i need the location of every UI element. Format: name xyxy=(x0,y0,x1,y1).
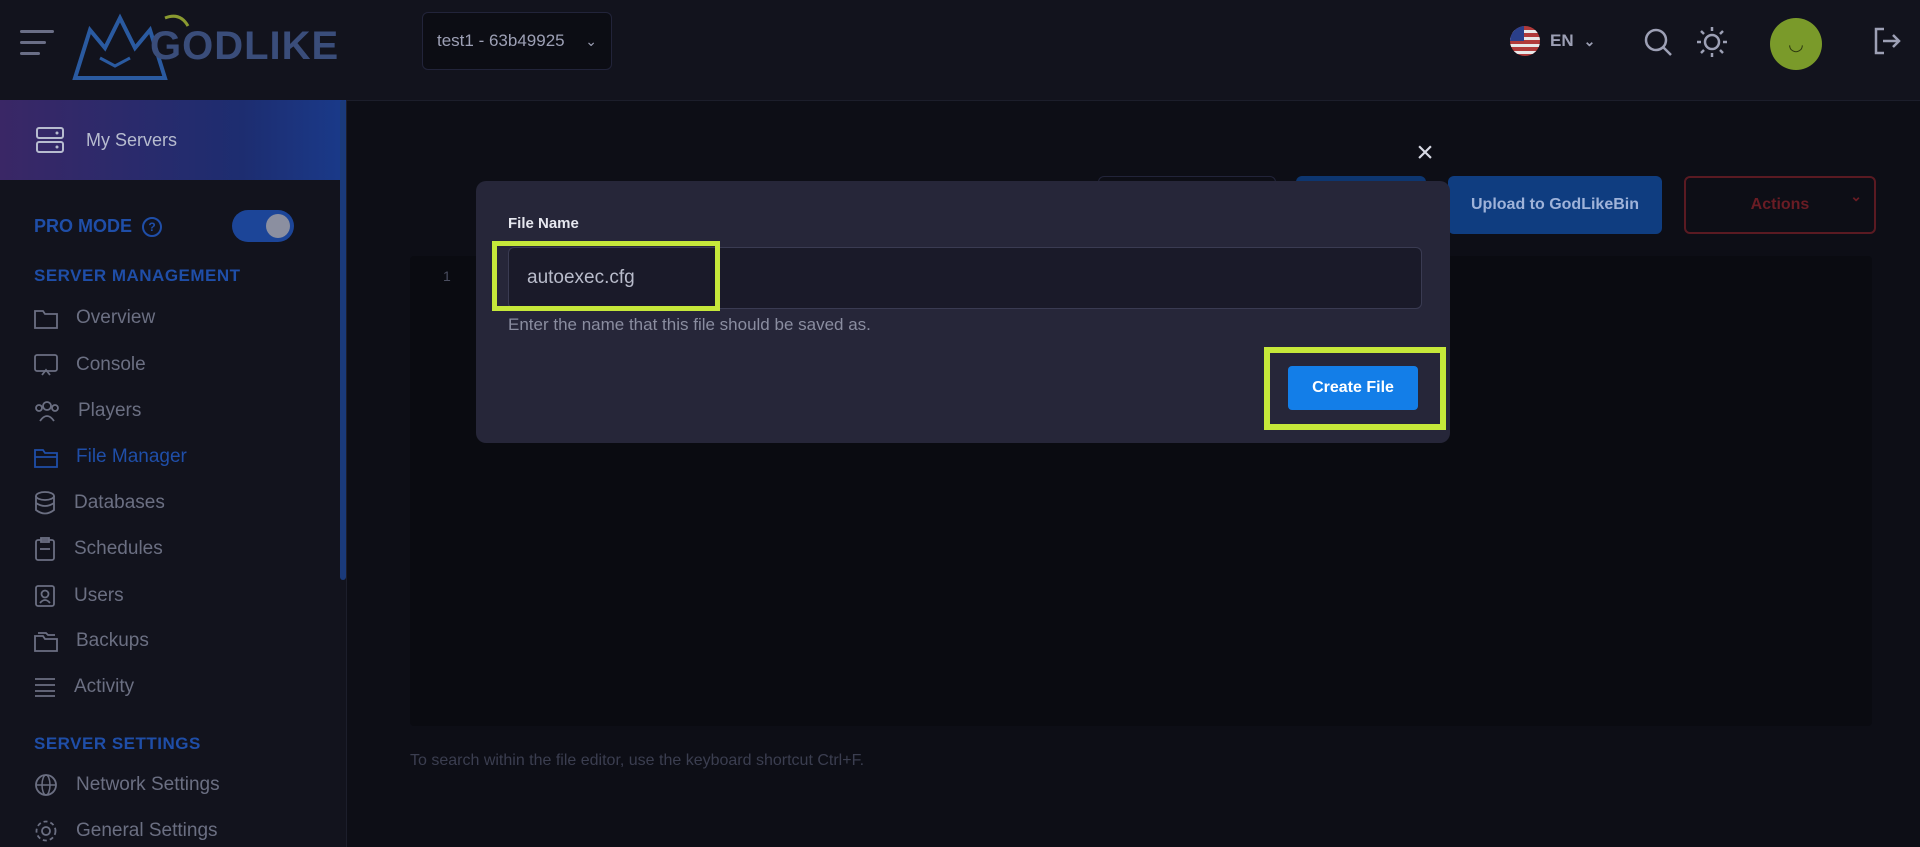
list-icon xyxy=(35,678,55,697)
sidebar-item-label: Console xyxy=(76,354,146,375)
sidebar-item-label: File Manager xyxy=(76,446,187,467)
upload-godlikebin-button[interactable]: Upload to GodLikeBin xyxy=(1448,176,1662,234)
sidebar-item-console[interactable]: Console xyxy=(34,350,146,380)
sidebar-item-label: Backups xyxy=(76,630,149,651)
sidebar-item-label: Activity xyxy=(74,676,135,697)
chevron-down-icon: ⌄ xyxy=(585,32,597,49)
pro-mode-label: PRO MODE ? xyxy=(34,216,163,237)
sidebar-item-label: Players xyxy=(78,400,142,421)
actions-label: Actions xyxy=(1750,196,1810,213)
editor-hint: To search within the file editor, use th… xyxy=(410,752,865,769)
sidebar-item-label: General Settings xyxy=(76,820,218,841)
sidebar-item-backups[interactable]: Backups xyxy=(34,626,149,656)
chevron-down-icon: ⌄ xyxy=(1850,188,1862,204)
pro-mode-text: PRO MODE xyxy=(34,216,133,236)
globe-icon xyxy=(35,774,57,796)
gear-icon xyxy=(35,820,57,842)
players-icon xyxy=(35,401,59,422)
close-icon[interactable]: × xyxy=(1410,138,1440,168)
sidebar-item-label: Users xyxy=(74,585,124,606)
server-select[interactable]: test1 - 63b49925 ⌄ xyxy=(422,12,612,70)
clipboard-icon xyxy=(35,537,55,561)
sidebar-item-activity[interactable]: Activity xyxy=(34,672,134,702)
sidebar-scrollbar[interactable] xyxy=(340,100,346,580)
sidebar-item-label: Network Settings xyxy=(76,774,220,795)
button-highlight-box xyxy=(1264,347,1446,430)
pro-mode-toggle[interactable] xyxy=(232,210,294,242)
sidebar-item-label: Databases xyxy=(74,492,165,513)
upload-label: Upload to GodLikeBin xyxy=(1471,196,1639,213)
language-switcher[interactable]: EN ⌄ xyxy=(1510,26,1595,56)
sidebar-item-users[interactable]: Users xyxy=(34,581,124,611)
folder-stack-icon xyxy=(34,632,58,652)
sidebar-item-file-manager[interactable]: File Manager xyxy=(34,442,187,472)
folder-icon xyxy=(34,310,58,329)
language-label: EN xyxy=(1550,31,1574,50)
file-name-help: Enter the name that this file should be … xyxy=(508,315,871,334)
my-servers-link[interactable]: My Servers xyxy=(0,100,346,180)
sidebar-item-network-settings[interactable]: Network Settings xyxy=(34,770,220,800)
sidebar: My Servers PRO MODE ? SERVER MANAGEMENT … xyxy=(0,100,347,847)
sidebar-item-label: Schedules xyxy=(74,538,163,559)
sidebar-item-players[interactable]: Players xyxy=(34,396,141,426)
logo-wordmark: GODLIKE xyxy=(150,24,340,68)
console-icon xyxy=(34,354,58,376)
us-flag-icon xyxy=(1510,26,1540,56)
sidebar-item-overview[interactable]: Overview xyxy=(34,303,155,333)
logout-icon[interactable] xyxy=(1872,26,1902,61)
top-bar: GODLIKE test1 - 63b49925 ⌄ EN ⌄ ◡ xyxy=(0,0,1920,101)
server-management-heading: SERVER MANAGEMENT xyxy=(34,266,241,285)
server-icon xyxy=(36,127,64,153)
database-icon xyxy=(35,491,55,515)
line-number: 1 xyxy=(443,268,451,284)
sidebar-item-schedules[interactable]: Schedules xyxy=(34,534,163,564)
input-highlight-box xyxy=(492,241,720,311)
search-icon[interactable] xyxy=(1640,24,1676,60)
sidebar-item-databases[interactable]: Databases xyxy=(34,488,165,518)
chevron-down-icon: ⌄ xyxy=(1583,32,1596,49)
avatar[interactable]: ◡ xyxy=(1770,18,1822,70)
server-select-label: test1 - 63b49925 xyxy=(437,31,565,50)
folder-open-icon xyxy=(34,449,58,468)
user-badge-icon xyxy=(35,585,55,607)
sidebar-item-label: Overview xyxy=(76,307,156,328)
sidebar-item-general-settings[interactable]: General Settings xyxy=(34,816,218,846)
server-settings-heading: SERVER SETTINGS xyxy=(34,734,201,753)
help-icon[interactable]: ? xyxy=(142,216,163,237)
menu-icon[interactable] xyxy=(20,30,54,58)
file-name-label: File Name xyxy=(508,215,579,232)
actions-button[interactable]: Actions ⌄ xyxy=(1684,176,1876,234)
my-servers-label: My Servers xyxy=(86,129,178,150)
sun-icon[interactable] xyxy=(1694,24,1730,60)
